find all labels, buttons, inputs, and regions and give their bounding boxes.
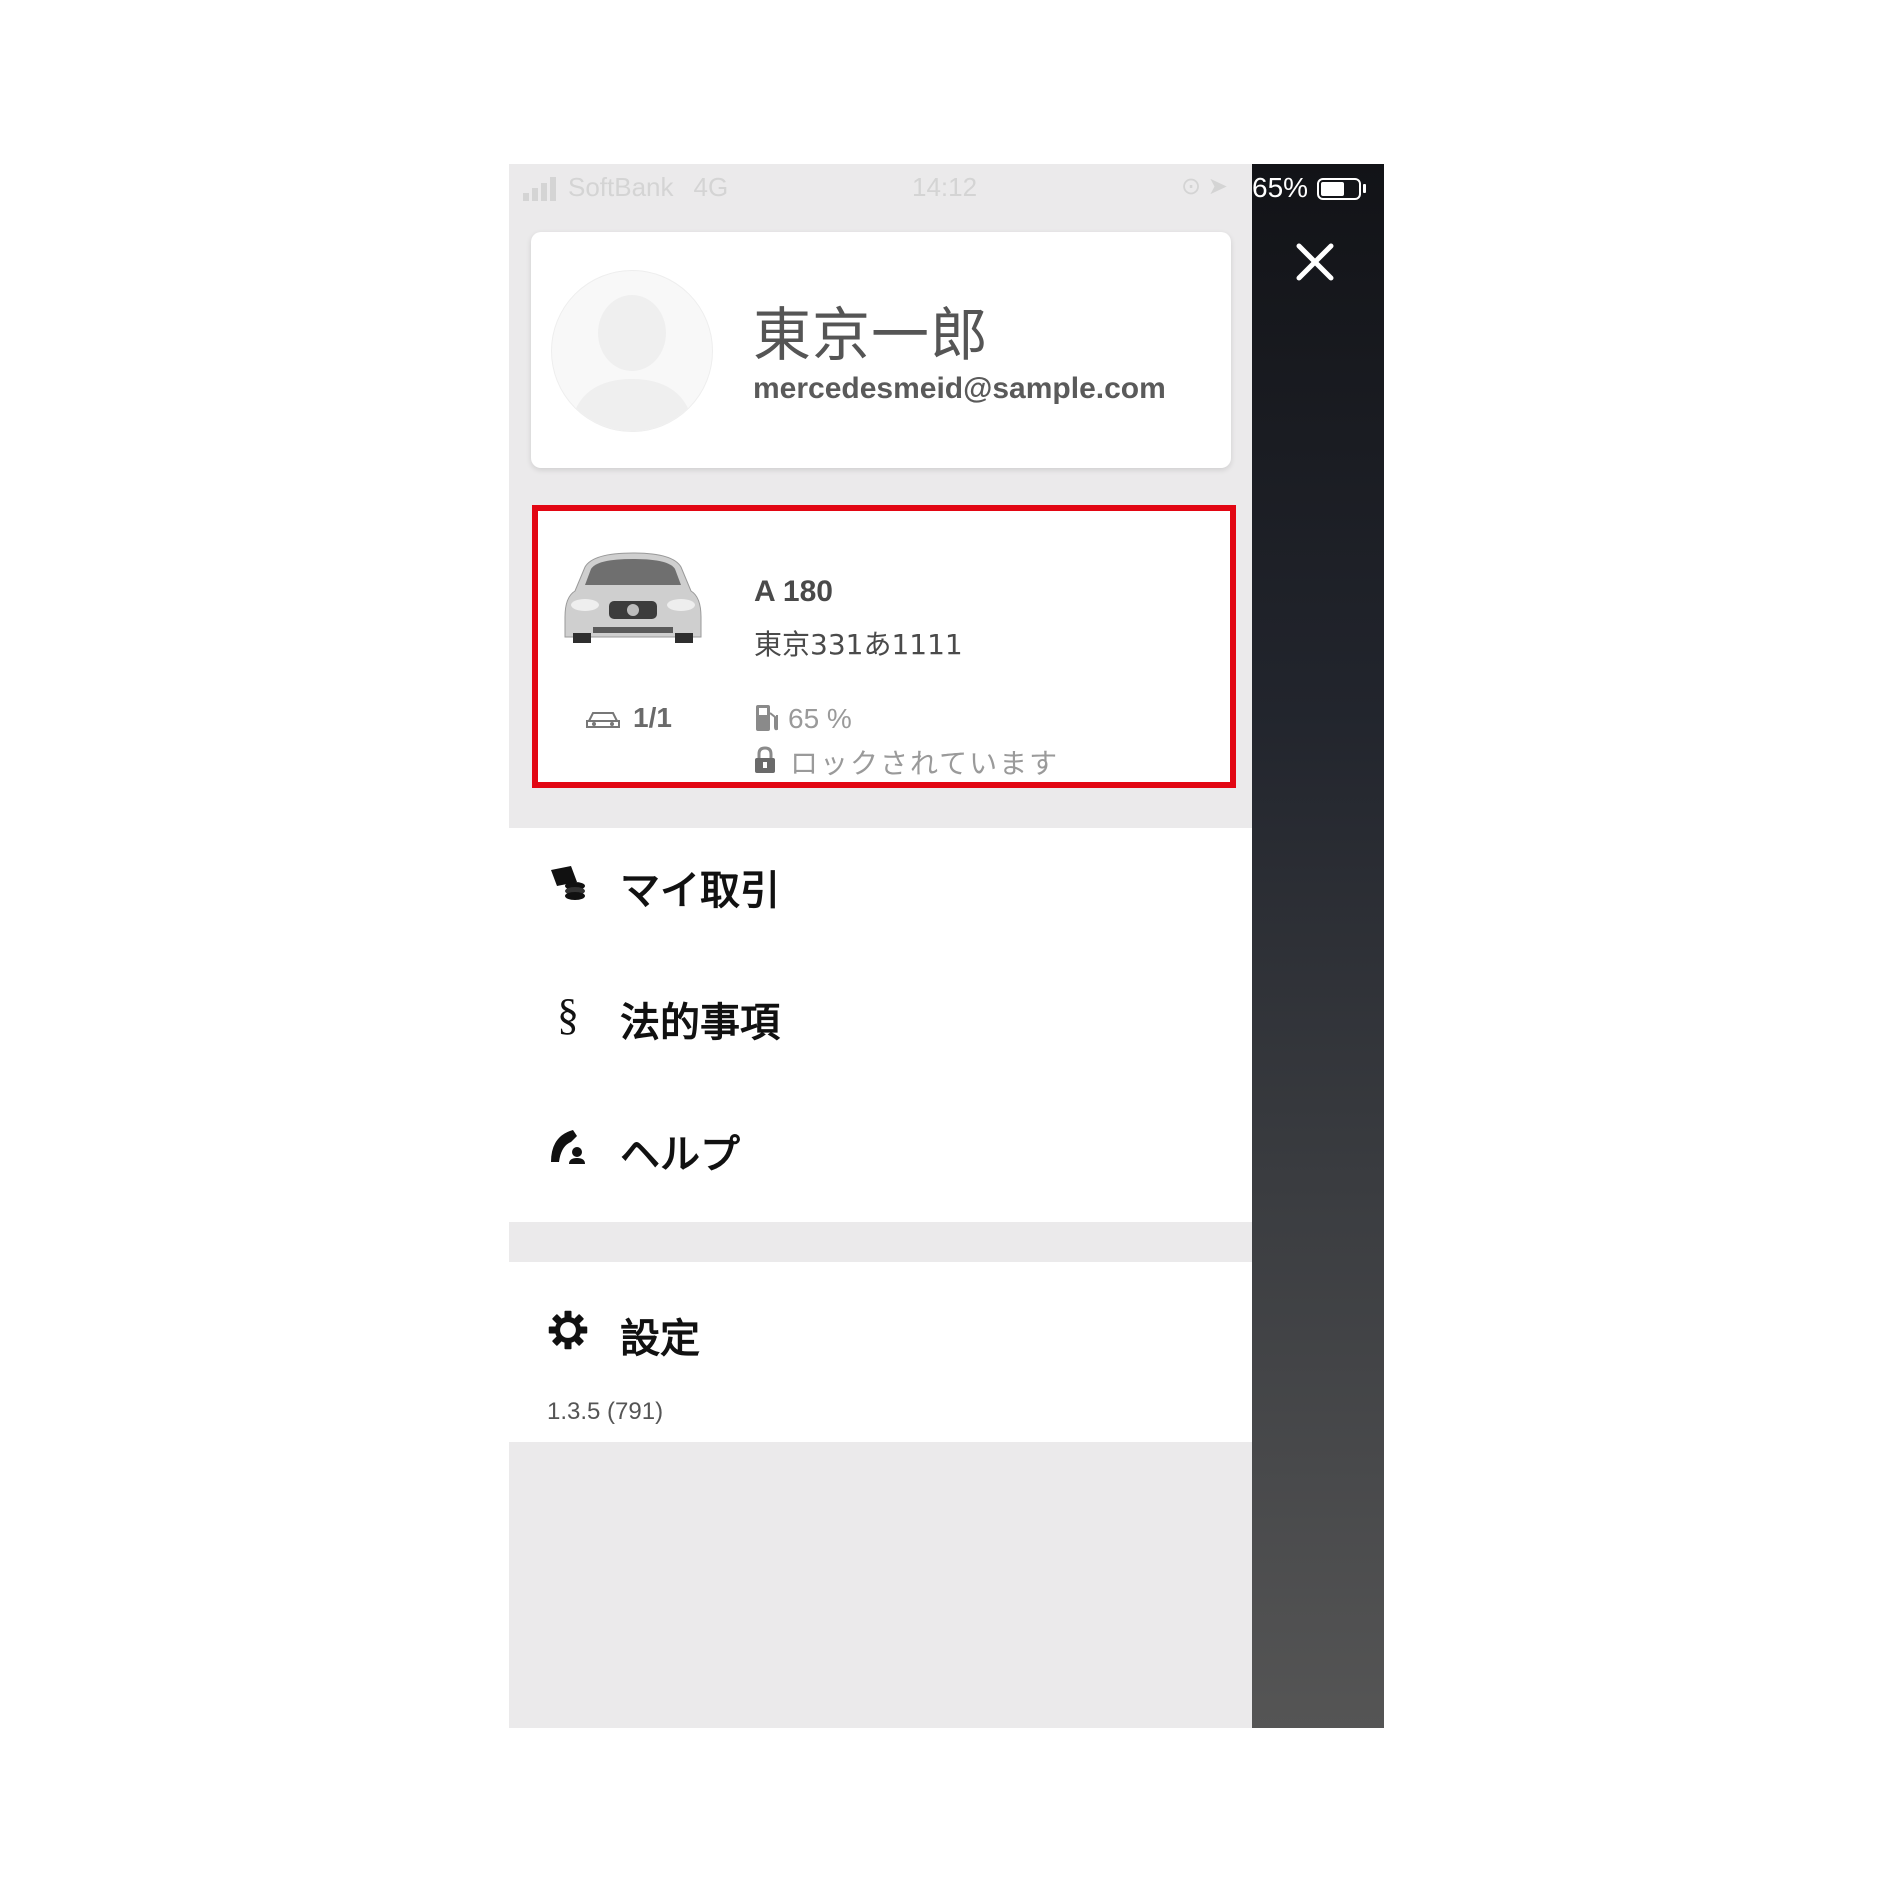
menu-item-label: 法的事項: [620, 1000, 780, 1046]
car-count-icon: [586, 712, 620, 728]
battery-icon: [1317, 178, 1361, 200]
gear-icon: [547, 1308, 589, 1352]
person-silhouette-icon: [570, 295, 694, 431]
lock-status: ロックされています: [790, 747, 1060, 780]
signal-icon: [523, 175, 556, 201]
user-email: mercedesmeid@sample.com: [753, 372, 1166, 405]
menu-item-label: マイ取引: [620, 868, 780, 914]
transactions-icon: [547, 860, 589, 904]
close-button[interactable]: [1289, 236, 1341, 288]
avatar: [551, 270, 713, 432]
close-icon: [1296, 243, 1334, 281]
menu-list: マイ取引 § 法的事項 ヘルプ: [509, 828, 1252, 1222]
app-version: 1.3.5 (791): [547, 1398, 664, 1425]
battery-fill: [1321, 182, 1344, 196]
fuel-level: 65 %: [788, 703, 852, 734]
lock-icon: [755, 746, 775, 773]
network-type: 4G: [693, 172, 729, 202]
section-sign-icon: §: [547, 990, 589, 1039]
menu-item-settings[interactable]: 設定: [509, 1278, 1252, 1388]
fuel-pump-icon: [756, 705, 778, 731]
car-image: [564, 552, 702, 643]
profile-card[interactable]: 東京一郎 mercedesmeid@sample.com: [531, 232, 1231, 468]
battery-percent: 65%: [1252, 172, 1309, 203]
vehicle-plate: 東京331あ1111: [754, 628, 963, 661]
app-screen: SoftBank 4G 14:12 ⊙ ➤ 65% 東京一郎 mercedesm…: [509, 164, 1384, 1728]
location-arrow-icon: ➤: [1207, 173, 1228, 200]
settings-label: 設定: [620, 1316, 700, 1362]
help-phone-icon: [547, 1124, 589, 1168]
vehicle-model: A 180: [754, 575, 833, 608]
user-name: 東京一郎: [753, 301, 990, 369]
settings-section: 設定 1.3.5 (791): [509, 1262, 1252, 1442]
status-time: 14:12: [912, 172, 978, 202]
menu-item-label: ヘルプ: [620, 1132, 740, 1178]
vehicle-card[interactable]: A 180 東京331あ1111 1/1 65 % ロックされています: [532, 505, 1236, 788]
menu-item-help[interactable]: ヘルプ: [509, 1094, 1252, 1204]
menu-item-legal[interactable]: § 法的事項: [509, 962, 1252, 1072]
menu-item-my-transactions[interactable]: マイ取引: [509, 830, 1252, 940]
status-carrier-group: SoftBank 4G: [523, 172, 728, 203]
background-overlay[interactable]: [1252, 164, 1384, 1728]
section-sign-glyph: §: [557, 989, 579, 1039]
vehicle-count: 1/1: [633, 702, 672, 733]
battery-tip: [1363, 184, 1366, 193]
orientation-lock-icon: ⊙: [1181, 173, 1202, 200]
status-bar: SoftBank 4G 14:12 ⊙ ➤ 65%: [509, 164, 1384, 214]
carrier-name: SoftBank: [568, 172, 674, 202]
status-icons: ⊙ ➤: [1181, 172, 1228, 201]
